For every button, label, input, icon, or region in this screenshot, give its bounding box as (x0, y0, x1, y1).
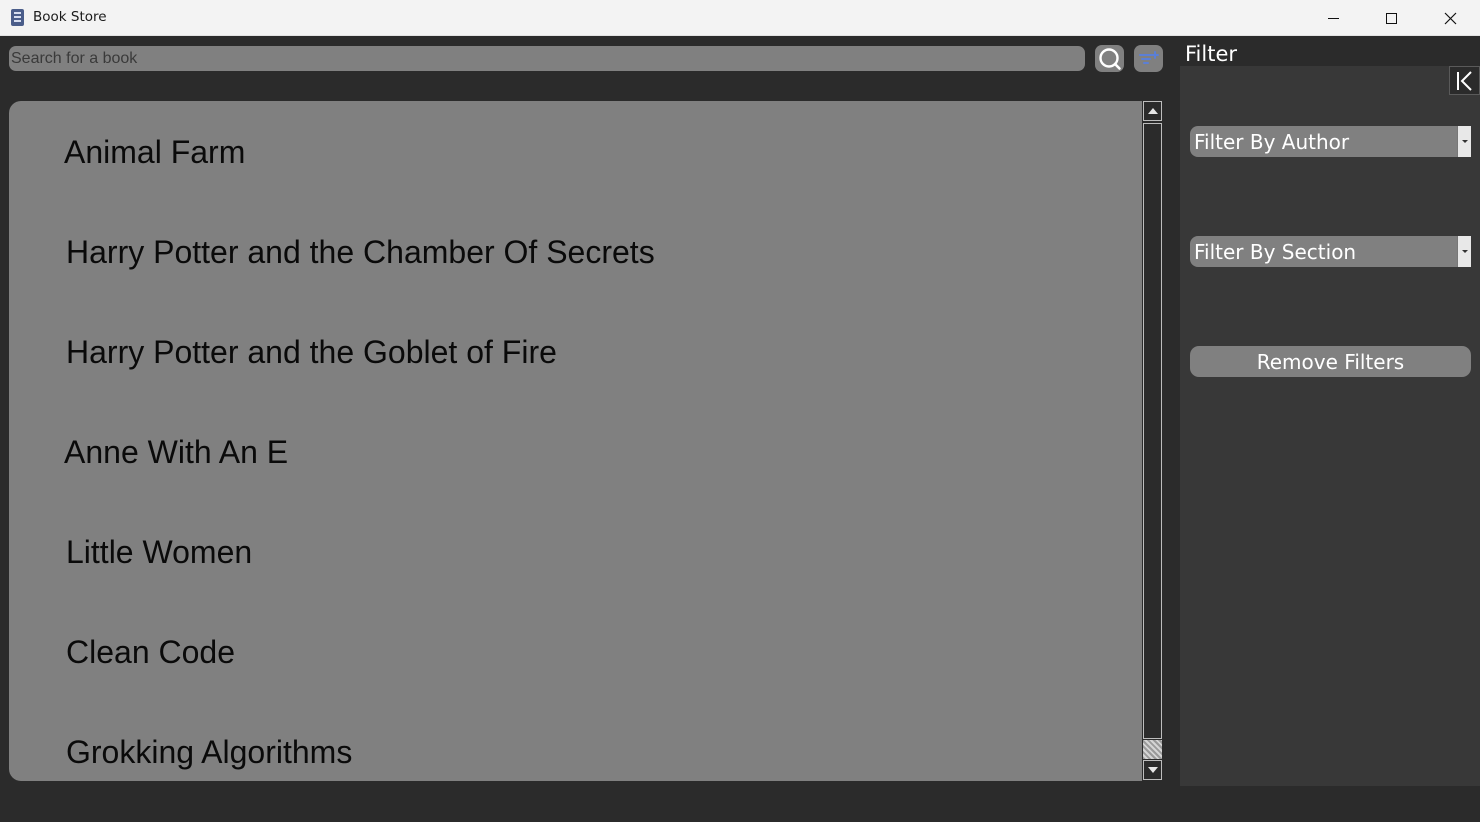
book-item-chamber-of-secrets[interactable]: Harry Potter and the Chamber Of Secrets (66, 234, 655, 271)
close-button[interactable] (1421, 0, 1479, 36)
maximize-button[interactable] (1362, 0, 1420, 36)
scroll-track[interactable] (1143, 123, 1162, 739)
book-item-little-women[interactable]: Little Women (66, 534, 252, 571)
scroll-thumb[interactable] (1143, 740, 1162, 759)
vertical-scrollbar[interactable] (1142, 101, 1163, 781)
book-item-anne-with-an-e[interactable]: Anne With An E (64, 434, 288, 471)
author-filter-label: Filter By Author (1194, 130, 1350, 154)
book-item-goblet-of-fire[interactable]: Harry Potter and the Goblet of Fire (66, 334, 557, 371)
title-bar: Book Store (0, 0, 1480, 36)
close-icon (1444, 12, 1456, 24)
scroll-up-button[interactable] (1143, 101, 1162, 121)
book-list: Animal Farm Harry Potter and the Chamber… (9, 101, 1144, 781)
search-icon (1098, 47, 1121, 70)
filter-add-icon (1138, 50, 1159, 64)
arrow-down-icon (1147, 767, 1158, 773)
book-item-animal-farm[interactable]: Animal Farm (64, 134, 245, 171)
search-field[interactable] (9, 46, 1085, 71)
book-app-icon (11, 9, 24, 26)
filter-add-button[interactable] (1134, 45, 1163, 72)
collapse-left-icon (1456, 70, 1472, 91)
search-button[interactable] (1095, 45, 1124, 72)
book-item-clean-code[interactable]: Clean Code (66, 634, 235, 671)
remove-filters-button[interactable]: Remove Filters (1190, 346, 1471, 377)
chevron-down-icon (1461, 140, 1468, 143)
chevron-down-icon (1461, 250, 1468, 253)
book-item-grokking-algorithms[interactable]: Grokking Algorithms (66, 734, 352, 771)
section-filter-dropdown[interactable]: Filter By Section (1190, 236, 1471, 267)
filter-title: Filter (1185, 42, 1238, 66)
section-dropdown-arrow[interactable] (1457, 236, 1471, 267)
maximize-icon (1385, 12, 1397, 24)
author-dropdown-arrow[interactable] (1457, 126, 1471, 157)
section-filter-label: Filter By Section (1194, 240, 1357, 264)
scroll-down-button[interactable] (1143, 760, 1162, 780)
arrow-up-icon (1147, 108, 1158, 114)
minimize-button[interactable] (1304, 0, 1362, 36)
minimize-icon (1327, 17, 1339, 19)
author-filter-dropdown[interactable]: Filter By Author (1190, 126, 1471, 157)
search-input[interactable] (9, 46, 1085, 71)
filter-panel (1180, 66, 1480, 786)
window-title: Book Store (33, 9, 107, 25)
collapse-filter-button[interactable] (1449, 66, 1480, 95)
